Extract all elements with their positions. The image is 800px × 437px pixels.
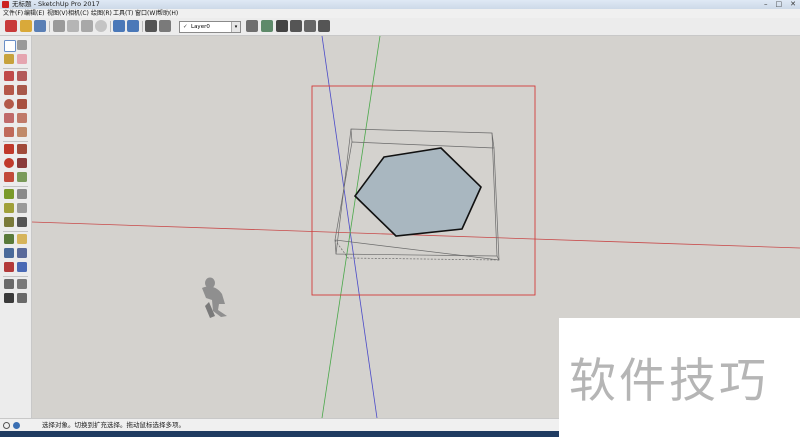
green-axis-line (321, 36, 381, 418)
main-toolbar: ✓ Layer0 ▾ (0, 18, 800, 36)
left-toolbar (0, 36, 32, 418)
menu-help[interactable]: 帮助(H) (157, 9, 178, 18)
erase-icon[interactable] (95, 20, 107, 32)
front-view-icon[interactable] (276, 20, 288, 32)
menu-draw[interactable]: 绘图(R) (91, 9, 112, 18)
eraser-icon[interactable] (17, 54, 27, 64)
layer-visible-check: ✓ (183, 24, 188, 30)
save-icon[interactable] (34, 20, 46, 32)
menu-bar: 文件(F) 编辑(E) 视图(V) 相机(C) 绘图(R) 工具(T) 窗口(W… (0, 9, 800, 18)
right-view-icon[interactable] (290, 20, 302, 32)
watermark-panel: 软件技巧 (559, 318, 800, 437)
pie-icon[interactable] (17, 113, 27, 123)
cut-icon[interactable] (53, 20, 65, 32)
left-view-icon[interactable] (318, 20, 330, 32)
axes-icon[interactable] (4, 217, 14, 227)
rotated-rectangle-icon[interactable] (17, 85, 27, 95)
copy-icon[interactable] (67, 20, 79, 32)
toolbar-separator (110, 21, 111, 32)
hexagon-face[interactable] (353, 147, 482, 237)
3d-text-icon[interactable] (17, 217, 27, 227)
position-camera-icon[interactable] (4, 279, 14, 289)
zoom-extents-icon[interactable] (4, 262, 14, 272)
menu-camera[interactable]: 相机(C) (68, 9, 89, 18)
undo-icon[interactable] (113, 20, 125, 32)
close-button[interactable]: ✕ (790, 0, 796, 9)
arc2-icon[interactable] (4, 127, 14, 137)
scale-figure (202, 277, 227, 318)
look-around-icon[interactable] (17, 279, 27, 289)
make-component-icon[interactable] (17, 40, 27, 50)
info-icon[interactable] (3, 422, 10, 429)
rectangle-icon[interactable] (4, 85, 14, 95)
arc-icon[interactable] (4, 113, 14, 123)
toolbar-separator (3, 141, 28, 142)
menu-view[interactable]: 视图(V) (47, 9, 68, 18)
select-icon[interactable] (4, 40, 16, 52)
window-title: 无标题 - SketchUp Pro 2017 (12, 0, 100, 8)
move-icon[interactable] (4, 144, 14, 154)
menu-file[interactable]: 文件(F) (3, 9, 23, 18)
maximize-button[interactable]: □ (776, 0, 783, 9)
toolbar-separator (3, 68, 28, 69)
follow-me-icon[interactable] (17, 158, 27, 168)
paste-icon[interactable] (81, 20, 93, 32)
menu-window[interactable]: 窗口(W) (135, 9, 158, 18)
section-plane-icon[interactable] (17, 293, 27, 303)
protractor-icon[interactable] (4, 203, 14, 213)
layer-name: Layer0 (191, 24, 210, 30)
zoom-window-icon[interactable] (17, 248, 27, 258)
arc3-icon[interactable] (17, 127, 27, 137)
menu-edit[interactable]: 编辑(E) (24, 9, 44, 18)
window-controls: – □ ✕ (764, 0, 796, 9)
print-icon[interactable] (145, 20, 157, 32)
polygon-icon[interactable] (17, 99, 27, 109)
layer-dropdown[interactable]: ✓ Layer0 ▾ (179, 21, 241, 33)
previous-view-icon[interactable] (17, 262, 27, 272)
toolbar-separator (142, 21, 143, 32)
toolbar-separator (3, 276, 28, 277)
paint-bucket-icon[interactable] (4, 54, 14, 64)
toolbar-separator (49, 21, 50, 32)
minimize-button[interactable]: – (764, 0, 768, 9)
iso-view-icon[interactable] (246, 20, 258, 32)
menu-tools[interactable]: 工具(T) (113, 9, 133, 18)
chevron-down-icon[interactable]: ▾ (231, 22, 240, 32)
toolbar-separator (3, 231, 28, 232)
freehand-icon[interactable] (17, 71, 27, 81)
push-pull-icon[interactable] (17, 144, 27, 154)
top-view-icon[interactable] (261, 20, 273, 32)
sketchup-app-icon (2, 1, 9, 8)
walk-icon[interactable] (4, 293, 14, 303)
toolbar-separator (3, 186, 28, 187)
dimension-icon[interactable] (17, 189, 27, 199)
open-icon[interactable] (20, 20, 32, 32)
back-view-icon[interactable] (304, 20, 316, 32)
scale-icon[interactable] (4, 172, 14, 182)
blue-axis-line (321, 36, 378, 418)
account-icon[interactable] (13, 422, 20, 429)
offset-icon[interactable] (17, 172, 27, 182)
pan-icon[interactable] (17, 234, 27, 244)
zoom-icon[interactable] (4, 248, 14, 258)
text-icon[interactable] (17, 203, 27, 213)
watermark-text: 软件技巧 (569, 354, 769, 409)
orbit-icon[interactable] (4, 234, 14, 244)
model-info-icon[interactable] (159, 20, 171, 32)
title-bar: 无标题 - SketchUp Pro 2017 – □ ✕ (0, 0, 800, 9)
circle-icon[interactable] (4, 99, 14, 109)
sketchup-logo-icon[interactable] (5, 20, 17, 32)
line-icon[interactable] (4, 71, 14, 81)
rotate-icon[interactable] (4, 158, 14, 168)
redo-icon[interactable] (127, 20, 139, 32)
tape-measure-icon[interactable] (4, 189, 14, 199)
